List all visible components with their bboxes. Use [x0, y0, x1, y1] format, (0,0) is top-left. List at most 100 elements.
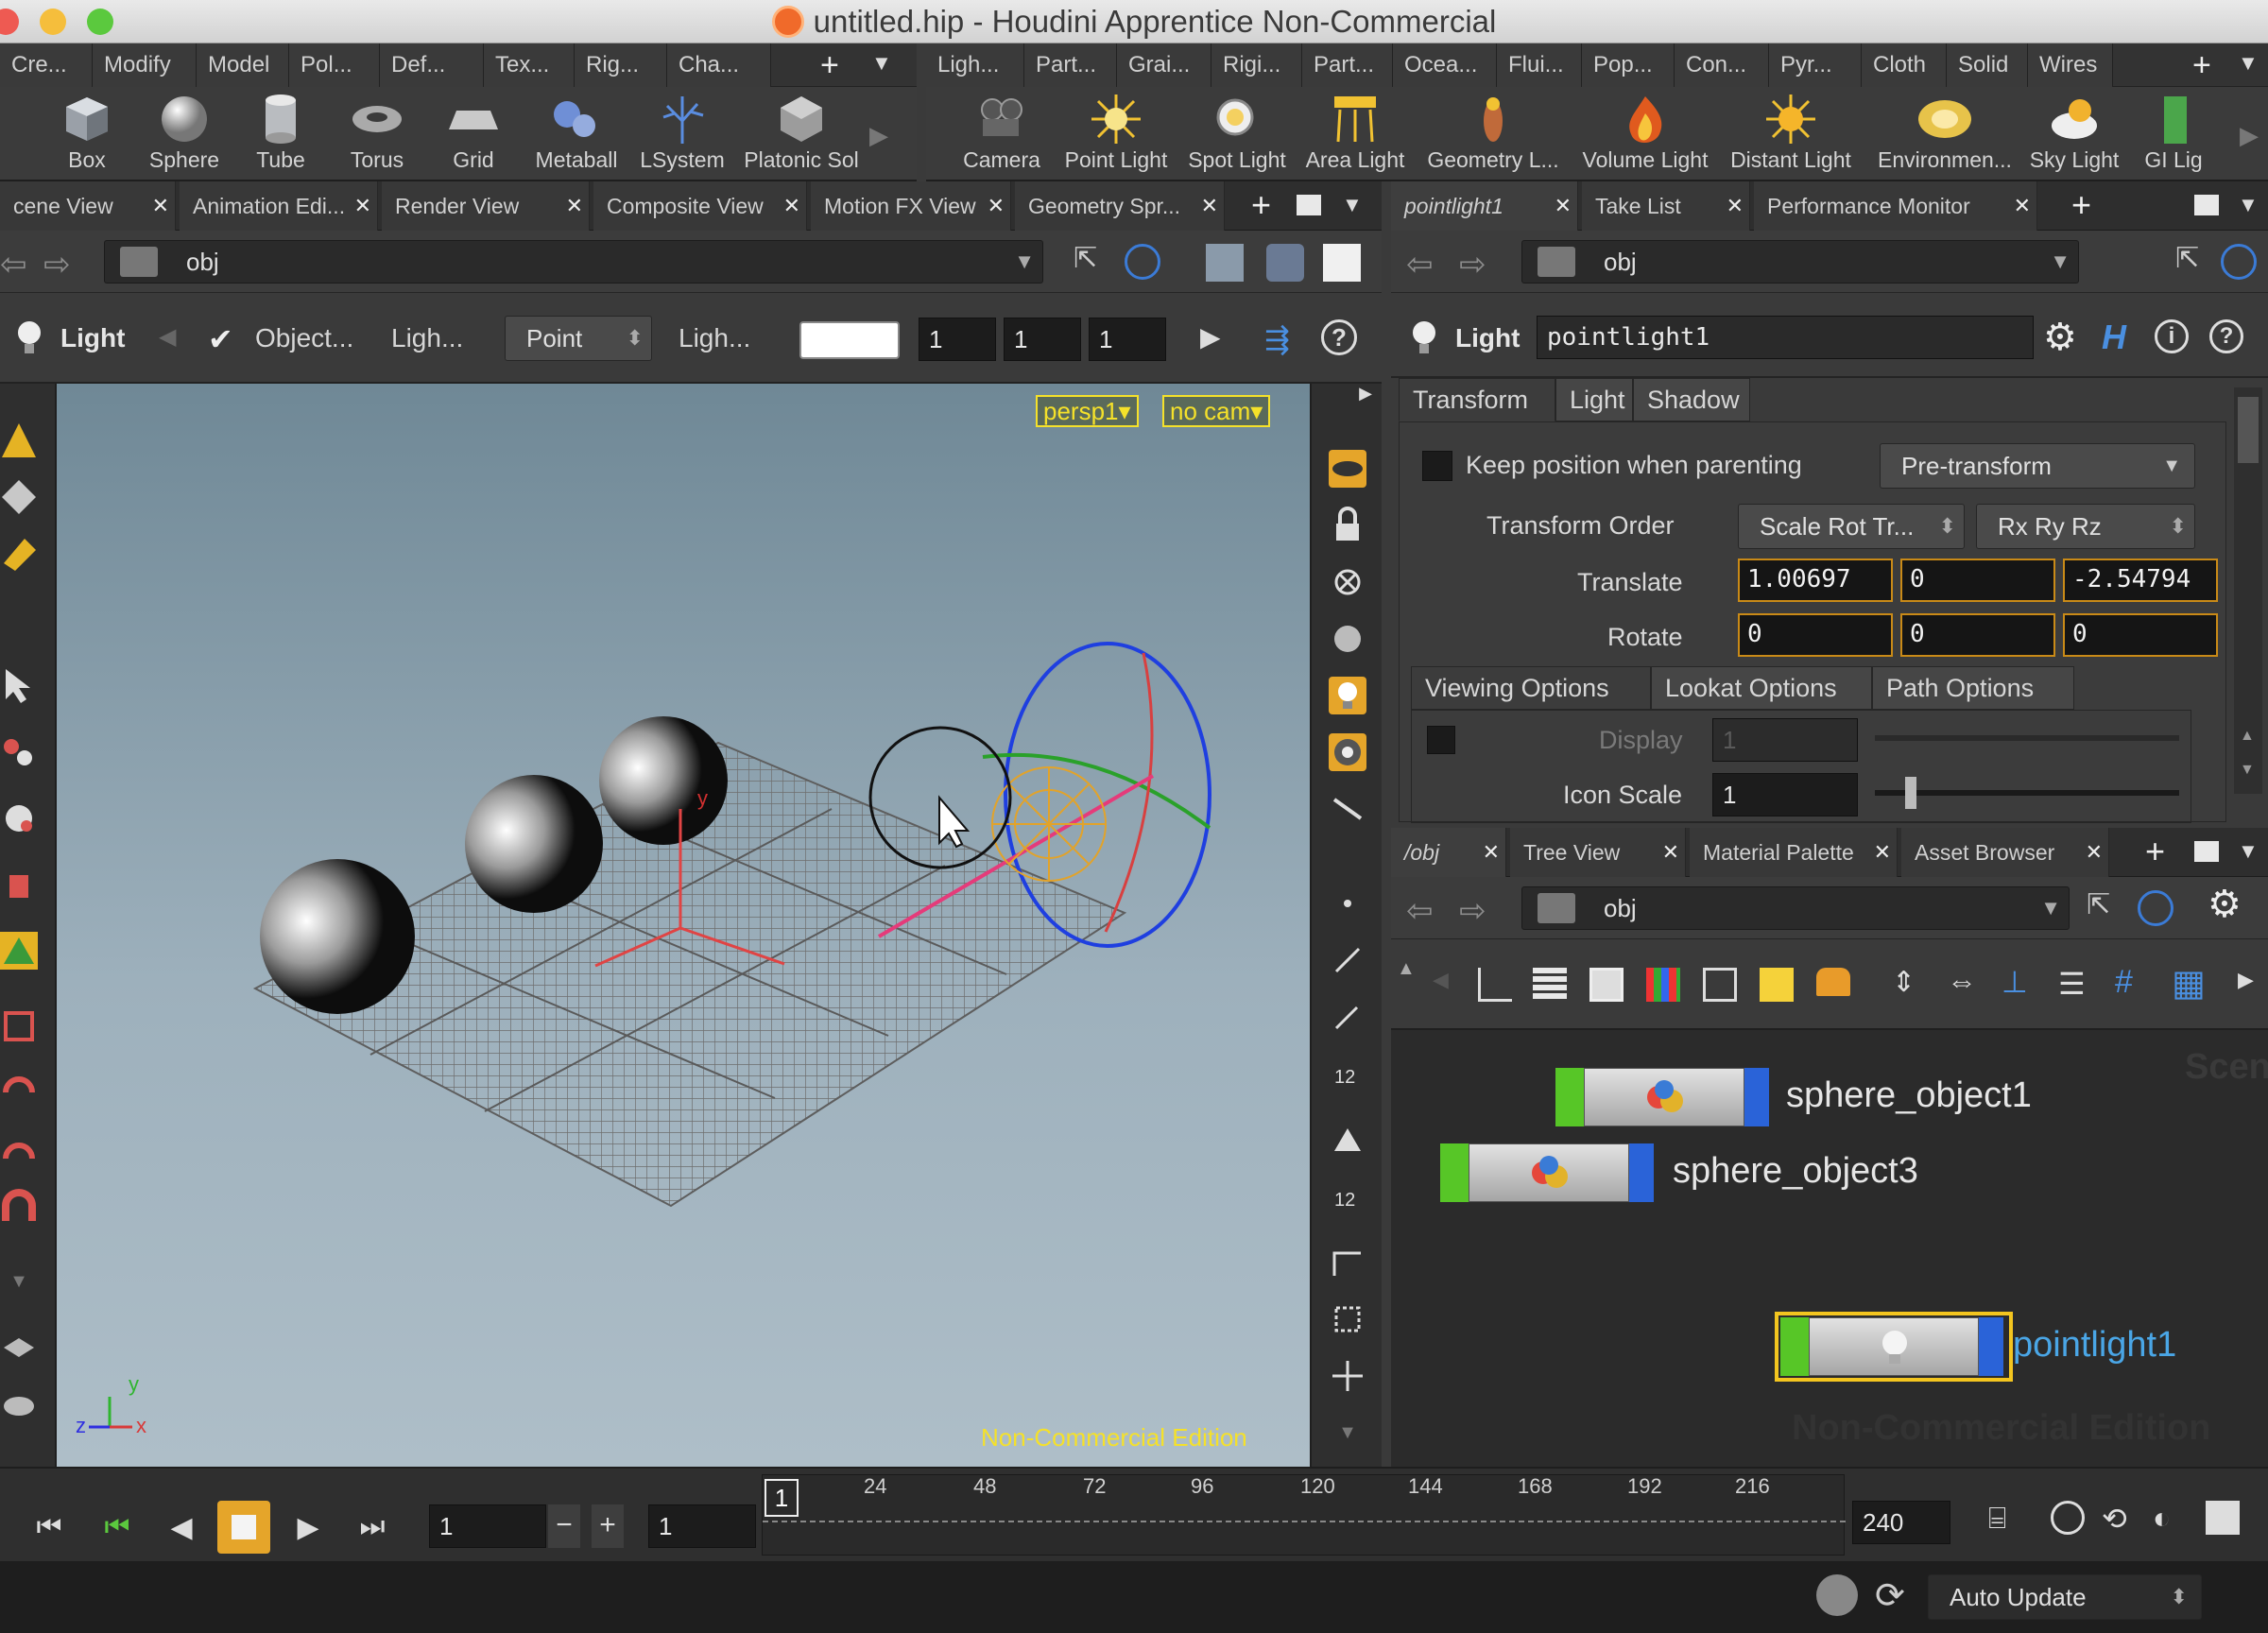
- shelf-tab-ocean[interactable]: Ocea...: [1393, 43, 1497, 87]
- tab-shadow[interactable]: Shadow: [1633, 378, 1750, 421]
- node-sphere-object3[interactable]: [1440, 1143, 1654, 1202]
- link-icon[interactable]: [1125, 244, 1160, 280]
- jump-to-start-button[interactable]: ⏮: [23, 1501, 76, 1554]
- close-icon[interactable]: ✕: [1727, 181, 1744, 231]
- ghost-objects-icon[interactable]: [1329, 450, 1366, 488]
- point-display-icon[interactable]: [1329, 885, 1366, 922]
- node-body[interactable]: [1809, 1317, 1979, 1376]
- chevron-down-icon[interactable]: ▼: [1014, 241, 1035, 283]
- light-color-g-field[interactable]: 1: [1004, 318, 1081, 361]
- node-sphere-object3-name[interactable]: sphere_object3: [1673, 1151, 1918, 1192]
- close-icon[interactable]: ✕: [1483, 828, 1500, 877]
- tab-path-options[interactable]: Path Options: [1872, 666, 2074, 710]
- display-value-field[interactable]: 1: [1712, 718, 1858, 762]
- add-param-tab-icon[interactable]: +: [2071, 185, 2091, 225]
- forward-arrow-icon[interactable]: ⇨: [43, 246, 71, 284]
- maximize-network-pane-icon[interactable]: [2194, 841, 2219, 862]
- pin-icon[interactable]: ⇱: [1074, 242, 1097, 275]
- tab-pointlight1-params[interactable]: pointlight1 ✕: [1391, 181, 1578, 231]
- display-options-icon[interactable]: [1323, 244, 1361, 282]
- plus-icon[interactable]: +: [592, 1504, 624, 1548]
- lock-icon[interactable]: [1329, 507, 1366, 544]
- prim-number-icon[interactable]: 12: [1329, 1177, 1366, 1215]
- shelf-tab-polygon[interactable]: Pol...: [289, 43, 380, 87]
- tool-spot-light[interactable]: Spot Light: [1179, 93, 1295, 173]
- pin-icon[interactable]: ⇱: [2175, 242, 2199, 275]
- texture-icon[interactable]: [1329, 790, 1366, 828]
- disk-icon[interactable]: [0, 1385, 38, 1423]
- shelf-tab-container[interactable]: Con...: [1675, 43, 1769, 87]
- playhead[interactable]: 1: [765, 1479, 799, 1517]
- shelf-tab-deform[interactable]: Def...: [380, 43, 484, 87]
- light-color-r-field[interactable]: 1: [919, 318, 996, 361]
- back-arrow-icon[interactable]: ⇦: [1406, 246, 1434, 284]
- auto-update-select[interactable]: Auto Update ⬍: [1928, 1574, 2202, 1620]
- icon-scale-field[interactable]: 1: [1712, 773, 1858, 816]
- node-sphere-object1-name[interactable]: sphere_object1: [1786, 1075, 2032, 1116]
- normal-display-icon[interactable]: [1329, 941, 1366, 979]
- paint-mode-icon[interactable]: [0, 535, 38, 573]
- link-icon[interactable]: [2138, 890, 2174, 926]
- pane-menu-icon[interactable]: ▼: [1342, 193, 1363, 217]
- minus-icon[interactable]: −: [548, 1504, 580, 1548]
- help-icon[interactable]: ?: [1321, 319, 1357, 355]
- shelf-tab-particles[interactable]: Part...: [1024, 43, 1117, 87]
- toolbar-left-icon[interactable]: ◀: [1433, 968, 1449, 992]
- bounding-box-icon[interactable]: [1329, 1300, 1366, 1338]
- close-icon[interactable]: ✕: [1201, 181, 1218, 231]
- shelf-right-menu-icon[interactable]: ▼: [2238, 51, 2259, 76]
- network-box-icon[interactable]: [1703, 968, 1737, 1002]
- shelf-scroll-right-icon[interactable]: ▶: [869, 121, 888, 150]
- translate-x-field[interactable]: 1.00697: [1738, 559, 1893, 602]
- node-display-flag[interactable]: [1555, 1068, 1584, 1126]
- close-icon[interactable]: ✕: [783, 181, 800, 231]
- info-icon[interactable]: i: [2155, 319, 2189, 353]
- gear-icon[interactable]: ⚙: [2208, 883, 2242, 926]
- no-cam-menu[interactable]: no cam▾: [1162, 395, 1271, 427]
- shelf-tab-rigid[interactable]: Rigi...: [1211, 43, 1302, 87]
- tab-obj-network[interactable]: /obj ✕: [1391, 828, 1506, 877]
- tool-tube[interactable]: Tube: [238, 93, 323, 173]
- play-backward-button[interactable]: ◀: [155, 1501, 208, 1554]
- maximize-param-pane-icon[interactable]: [2194, 195, 2219, 215]
- viewer-path-field[interactable]: obj ▼: [104, 240, 1043, 284]
- help-icon[interactable]: ?: [2209, 319, 2243, 353]
- add-tab-icon[interactable]: +: [1251, 185, 1271, 225]
- tool-distant-light[interactable]: Distant Light: [1720, 93, 1862, 173]
- layout-icon[interactable]: ☰: [2058, 966, 2086, 1002]
- viewport-layout-icon[interactable]: [1206, 244, 1244, 282]
- tab-geometry-spreadsheet[interactable]: Geometry Spr... ✕: [1015, 181, 1225, 231]
- tool-box[interactable]: Box: [47, 93, 127, 173]
- pre-transform-menu[interactable]: Pre-transform ▼: [1880, 443, 2195, 489]
- vector-display-icon[interactable]: [1329, 998, 1366, 1036]
- snap-icon[interactable]: [0, 1007, 38, 1045]
- close-icon[interactable]: ✕: [2086, 828, 2103, 877]
- color-palette-icon[interactable]: [1646, 968, 1680, 1002]
- audio-icon[interactable]: ◐: [2153, 1501, 2171, 1536]
- tool-lsystem[interactable]: LSystem: [635, 93, 730, 173]
- houdini-help-icon[interactable]: H: [2102, 318, 2126, 357]
- back-arrow-icon[interactable]: ⇦: [1406, 892, 1434, 930]
- tab-viewing-options[interactable]: Viewing Options: [1411, 666, 1651, 710]
- light-display-icon[interactable]: [1329, 677, 1366, 714]
- magnet-icon[interactable]: [0, 1064, 38, 1102]
- network-path-field[interactable]: obj ▼: [1521, 886, 2070, 930]
- scale-icon[interactable]: [0, 866, 38, 903]
- add-shelf-right-icon[interactable]: +: [2192, 47, 2211, 84]
- shelf-tab-lights[interactable]: Ligh...: [926, 43, 1024, 87]
- prim-display-icon[interactable]: [1329, 1121, 1366, 1159]
- tab-motion-fx-view[interactable]: Motion FX View ✕: [811, 181, 1011, 231]
- display-checkbox[interactable]: [1427, 726, 1455, 754]
- layers-icon[interactable]: [0, 1329, 38, 1367]
- shelf-tab-fluids[interactable]: Flui...: [1497, 43, 1582, 87]
- shelf-right-scroll-icon[interactable]: ▶: [2240, 121, 2259, 150]
- param-path-field[interactable]: obj ▼: [1521, 240, 2079, 284]
- tool-point-light[interactable]: Point Light: [1055, 93, 1177, 173]
- close-icon[interactable]: ✕: [566, 181, 583, 231]
- node-render-flag[interactable]: [1979, 1317, 2003, 1376]
- end-frame-field[interactable]: 240: [1852, 1501, 1950, 1544]
- param-pane-menu-icon[interactable]: ▼: [2238, 193, 2259, 217]
- handle-settings-icon[interactable]: ⇶: [1264, 321, 1290, 357]
- icon-scale-slider[interactable]: [1875, 790, 2179, 796]
- rotate-icon[interactable]: [0, 799, 38, 837]
